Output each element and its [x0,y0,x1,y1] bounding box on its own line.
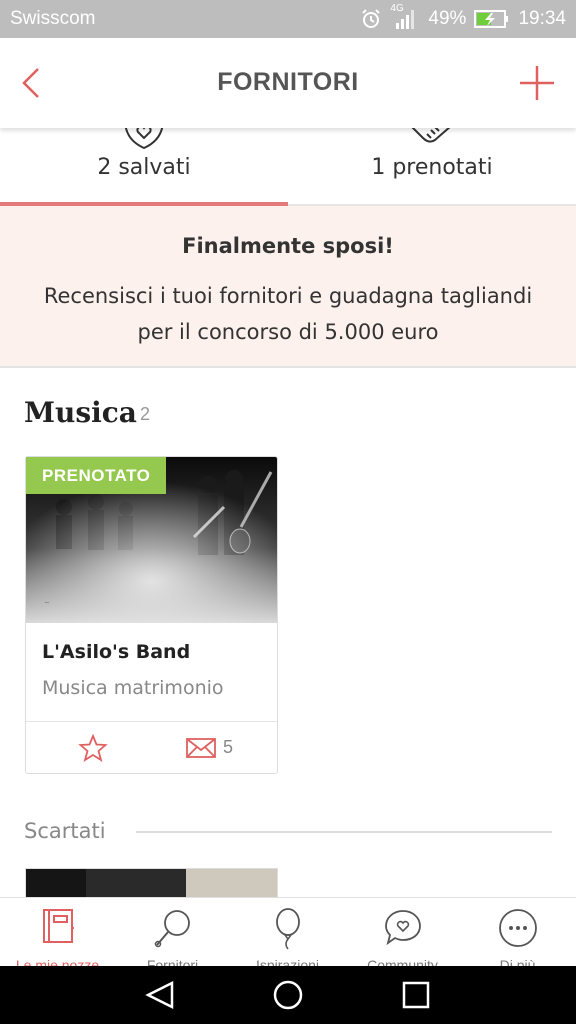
carrier-name: Swisscom [10,8,96,29]
app-bar: FORNITORI [0,38,576,128]
tab-saved[interactable]: 2 salvati [0,119,288,206]
status-bar: Swisscom 4G 49% 19:34 [0,0,576,38]
banner-title: Finalmente sposi! [182,234,394,258]
nav-label: Di più [499,957,536,966]
vendor-name[interactable]: L'Asilo's Band [42,641,190,663]
nav-label: Le mie nozze [15,957,100,966]
alarm-icon [362,9,381,28]
nav-item-my-wedding[interactable]: Le mie nozze [0,898,115,966]
battery-percent: 49% [428,8,467,29]
star-icon[interactable] [78,734,108,762]
search-magnifier-icon [154,910,190,948]
mail-icon[interactable] [186,738,216,758]
battery-charging-icon [474,10,509,28]
nav-item-more[interactable]: Di più [460,898,575,966]
section-count: 2 [140,404,151,424]
nav-item-community[interactable]: Community [345,898,460,966]
tab-booked-label: 1 prenotati [371,155,493,180]
system-nav-bar [0,966,576,1024]
screen: Swisscom 4G 49% 19:34 FORNITORI 2 salvat… [0,0,576,1024]
nav-label: Fornitori [146,957,199,966]
balloon-icon [275,908,300,950]
banner-text: Recensisci i tuoi fornitori e guadagna t… [43,284,533,344]
recents-square-icon[interactable] [401,980,431,1010]
nav-label: Ispirazioni [255,957,320,966]
tab-booked[interactable]: 1 prenotati [288,123,576,204]
svg-text:~: ~ [44,599,50,607]
clock: 19:34 [518,8,566,29]
bottom-nav: Le mie nozze Fornitori Ispirazioni Commu… [0,897,576,966]
chat-heart-icon [384,910,421,946]
vendor-card[interactable]: ~ PRENOTATO L'Asilo's Band Musica matrim… [25,456,278,774]
discarded-label: Scartati [24,819,106,843]
add-plus-icon[interactable] [518,64,556,102]
message-count: 5 [223,737,234,757]
status-badge: PRENOTATO [26,457,167,494]
nav-label: Community [367,957,438,966]
vendor-tabs: 2 salvati 1 prenotati [0,119,576,206]
nav-item-inspiration[interactable]: Ispirazioni [230,898,345,966]
planner-book-icon [42,909,74,943]
more-dots-icon [498,909,537,947]
page-title: FORNITORI [217,68,359,96]
nav-item-vendors[interactable]: Fornitori [115,898,230,966]
status-icons: 4G 49% 19:34 [360,3,566,31]
vendor-photo[interactable]: ~ PRENOTATO [26,457,277,623]
vendor-category: Musica matrimonio [42,677,224,699]
review-banner[interactable]: Finalmente sposi! Recensisci i tuoi forn… [0,206,576,368]
card-actions: 5 [26,721,277,773]
divider [136,831,552,833]
home-circle-icon[interactable] [272,980,304,1010]
back-triangle-icon[interactable] [144,980,176,1010]
section-title: Musica [24,396,137,429]
tab-saved-label: 2 salvati [97,155,191,180]
signal-icon: 4G [390,3,420,31]
